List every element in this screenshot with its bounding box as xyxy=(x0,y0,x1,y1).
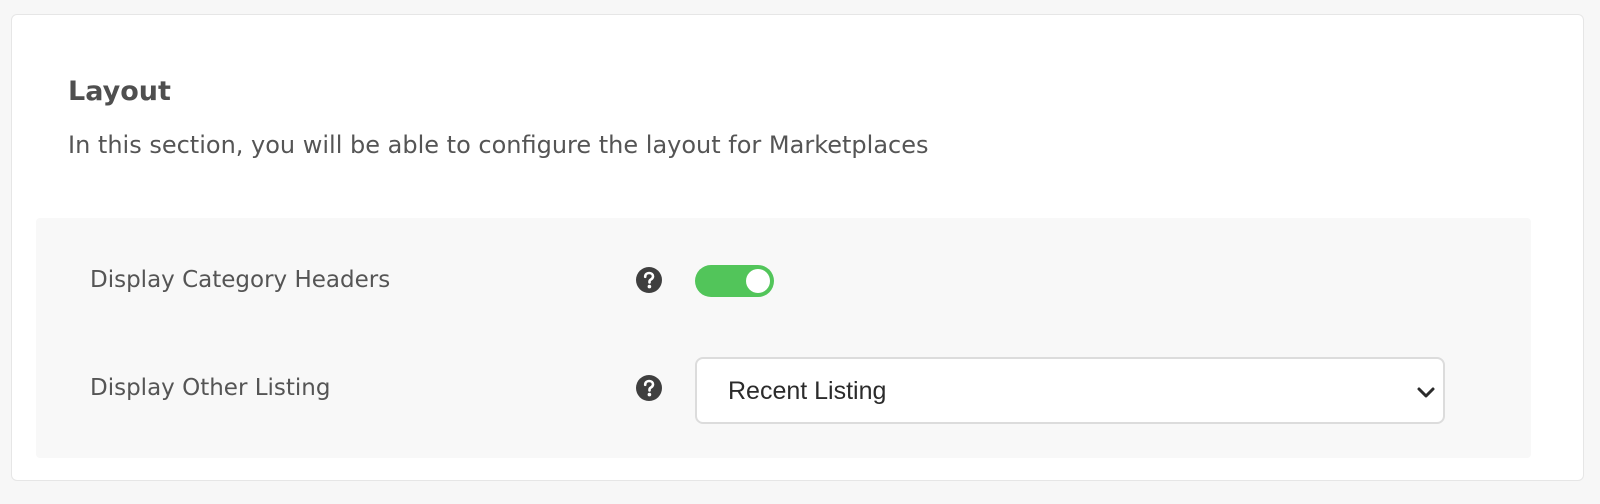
chevron-down-icon xyxy=(1417,387,1435,398)
settings-panel: Display Category Headers Display Other L… xyxy=(36,218,1531,458)
question-circle-icon[interactable] xyxy=(635,266,663,294)
question-circle-icon[interactable] xyxy=(635,374,663,402)
layout-settings-card: Layout In this section, you will be able… xyxy=(11,14,1584,481)
display-category-headers-toggle[interactable] xyxy=(695,265,774,297)
display-category-headers-label: Display Category Headers xyxy=(90,267,391,293)
section-title: Layout xyxy=(68,76,171,107)
display-other-listing-select[interactable]: Recent Listing xyxy=(695,357,1445,424)
section-description: In this section, you will be able to con… xyxy=(68,131,929,159)
display-other-listing-label: Display Other Listing xyxy=(90,375,331,401)
select-value: Recent Listing xyxy=(728,377,887,405)
toggle-knob xyxy=(746,269,770,293)
